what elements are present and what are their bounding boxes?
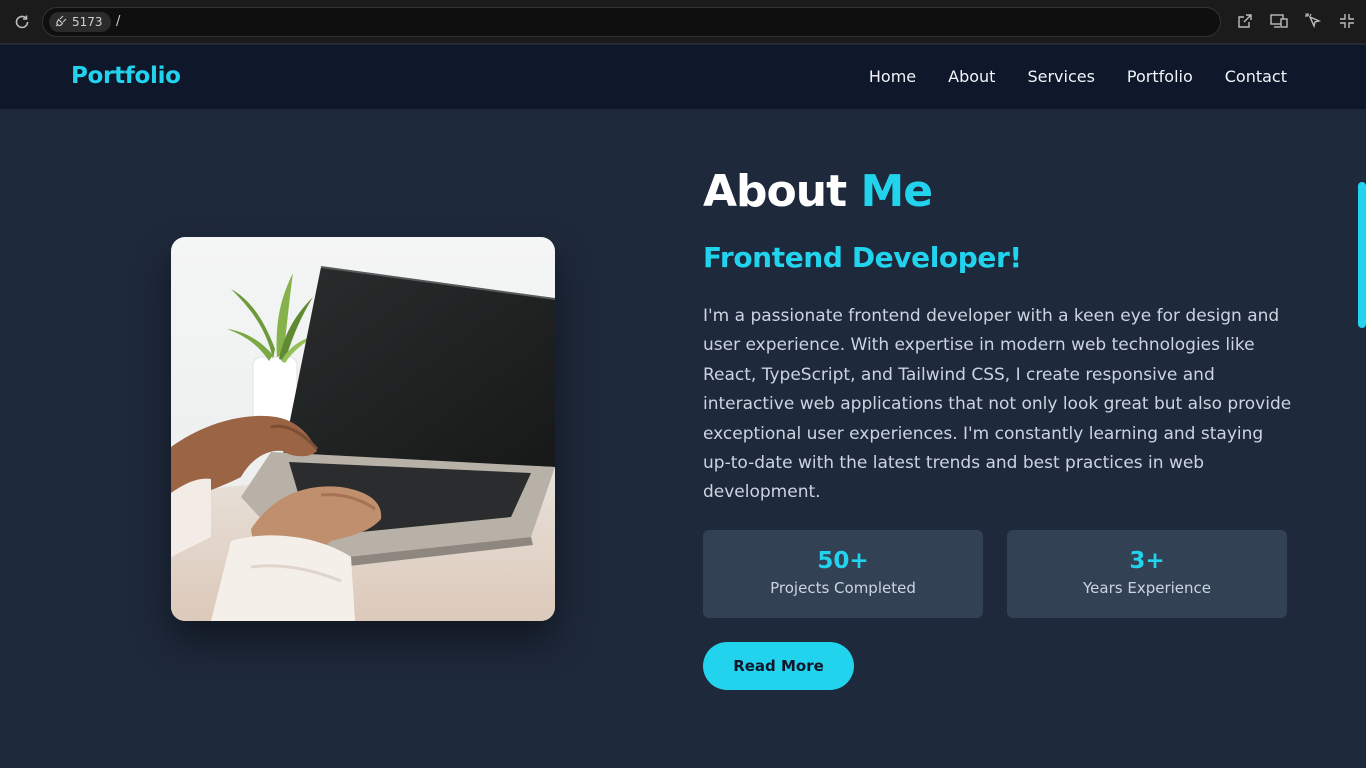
nav-link-home[interactable]: Home	[869, 67, 916, 86]
nav-link-services[interactable]: Services	[1027, 67, 1094, 86]
nav-link-about[interactable]: About	[948, 67, 995, 86]
stat-card-experience: 3+ Years Experience	[1007, 530, 1287, 618]
browser-toolbar: 5173 /	[0, 0, 1366, 44]
stat-label: Projects Completed	[770, 579, 916, 597]
title-me: Me	[860, 166, 933, 217]
element-picker-icon[interactable]	[1302, 10, 1324, 32]
stat-label: Years Experience	[1083, 579, 1211, 597]
subtitle: Frontend Developer!	[703, 241, 1022, 274]
title-about: About	[703, 166, 861, 217]
address-bar[interactable]: 5173 /	[42, 7, 1221, 37]
device-toggle-icon[interactable]	[1268, 10, 1290, 32]
page-title: About Me	[703, 166, 933, 217]
read-more-button[interactable]: Read More	[703, 642, 854, 690]
plug-icon	[55, 15, 67, 30]
reload-icon[interactable]	[11, 11, 33, 33]
about-image	[171, 237, 555, 621]
site-logo[interactable]: Portfolio	[71, 63, 181, 89]
url-path: /	[116, 14, 121, 29]
port-chip[interactable]: 5173	[49, 12, 111, 32]
site-navbar: Portfolio Home About Services Portfolio …	[0, 45, 1366, 109]
bio-paragraph: I'm a passionate frontend developer with…	[703, 306, 1292, 503]
scrollbar-thumb[interactable]	[1358, 182, 1366, 328]
port-number: 5173	[72, 15, 103, 29]
nav-links: Home About Services Portfolio Contact	[869, 67, 1287, 86]
stat-card-projects: 50+ Projects Completed	[703, 530, 983, 618]
stat-value: 3+	[1129, 548, 1165, 574]
stat-value: 50+	[817, 548, 869, 574]
open-external-icon[interactable]	[1234, 10, 1256, 32]
nav-link-portfolio[interactable]: Portfolio	[1127, 67, 1193, 86]
nav-link-contact[interactable]: Contact	[1225, 67, 1287, 86]
collapse-icon[interactable]	[1336, 10, 1358, 32]
